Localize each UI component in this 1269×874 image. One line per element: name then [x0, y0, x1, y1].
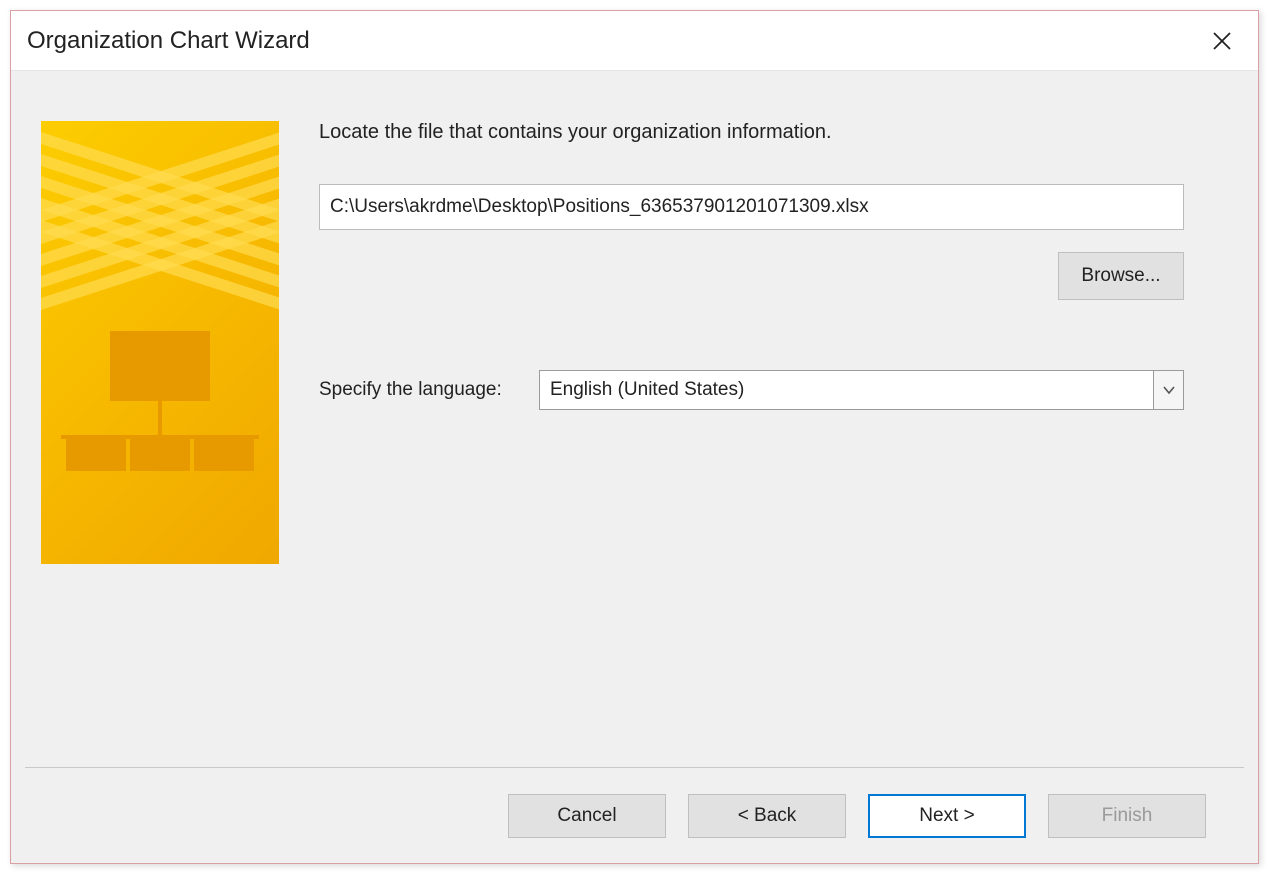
wizard-dialog: Organization Chart Wizard Lo [10, 10, 1259, 864]
language-dropdown-button[interactable] [1153, 371, 1183, 409]
language-row: Specify the language: English (United St… [319, 370, 1228, 410]
browse-button[interactable]: Browse... [1058, 252, 1184, 300]
cancel-button[interactable]: Cancel [508, 794, 666, 838]
language-select[interactable]: English (United States) [539, 370, 1184, 410]
wizard-footer: Cancel < Back Next > Finish [25, 767, 1244, 863]
back-button[interactable]: < Back [688, 794, 846, 838]
browse-row: Browse... [319, 252, 1184, 300]
finish-button: Finish [1048, 794, 1206, 838]
instruction-text: Locate the file that contains your organ… [319, 121, 1228, 144]
window-title: Organization Chart Wizard [27, 27, 310, 55]
wizard-body: Locate the file that contains your organ… [11, 71, 1258, 767]
close-button[interactable] [1202, 21, 1242, 61]
chevron-down-icon [1162, 383, 1176, 397]
wizard-illustration [41, 121, 279, 564]
file-path-input[interactable] [319, 184, 1184, 230]
language-label: Specify the language: [319, 379, 509, 401]
language-value: English (United States) [550, 379, 744, 401]
title-bar: Organization Chart Wizard [11, 11, 1258, 71]
wizard-form: Locate the file that contains your organ… [319, 121, 1228, 747]
close-icon [1212, 31, 1232, 51]
next-button[interactable]: Next > [868, 794, 1026, 838]
